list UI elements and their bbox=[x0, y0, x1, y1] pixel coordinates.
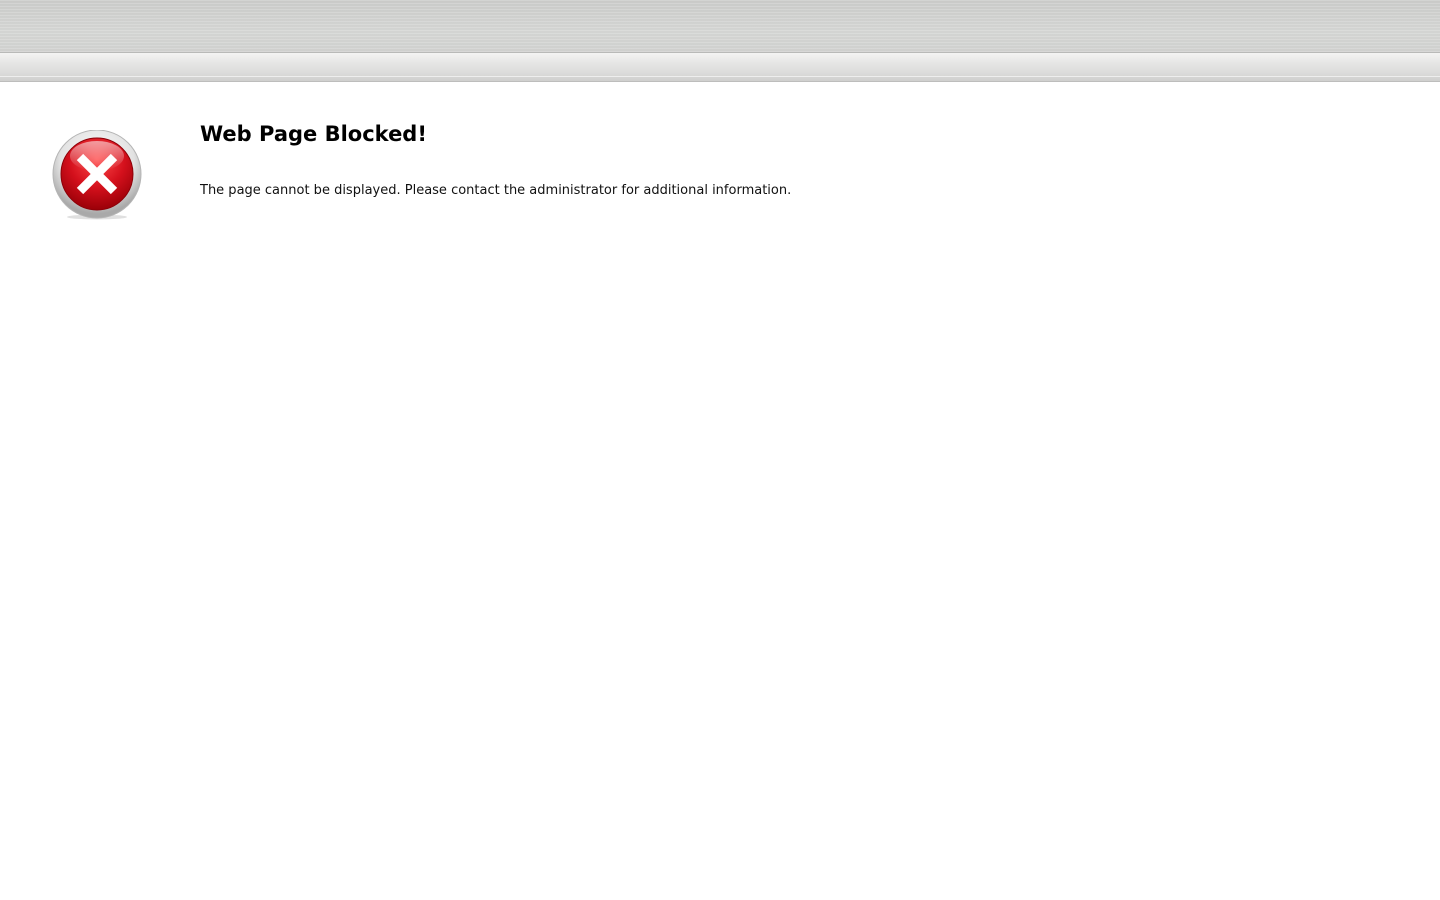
header-bar bbox=[0, 0, 1440, 53]
block-page-content: Web Page Blocked! The page cannot be dis… bbox=[0, 82, 1440, 900]
page-title: Web Page Blocked! bbox=[200, 122, 427, 146]
error-x-icon bbox=[52, 129, 142, 220]
header-sub-bar bbox=[0, 53, 1440, 82]
block-message: The page cannot be displayed. Please con… bbox=[200, 183, 792, 198]
